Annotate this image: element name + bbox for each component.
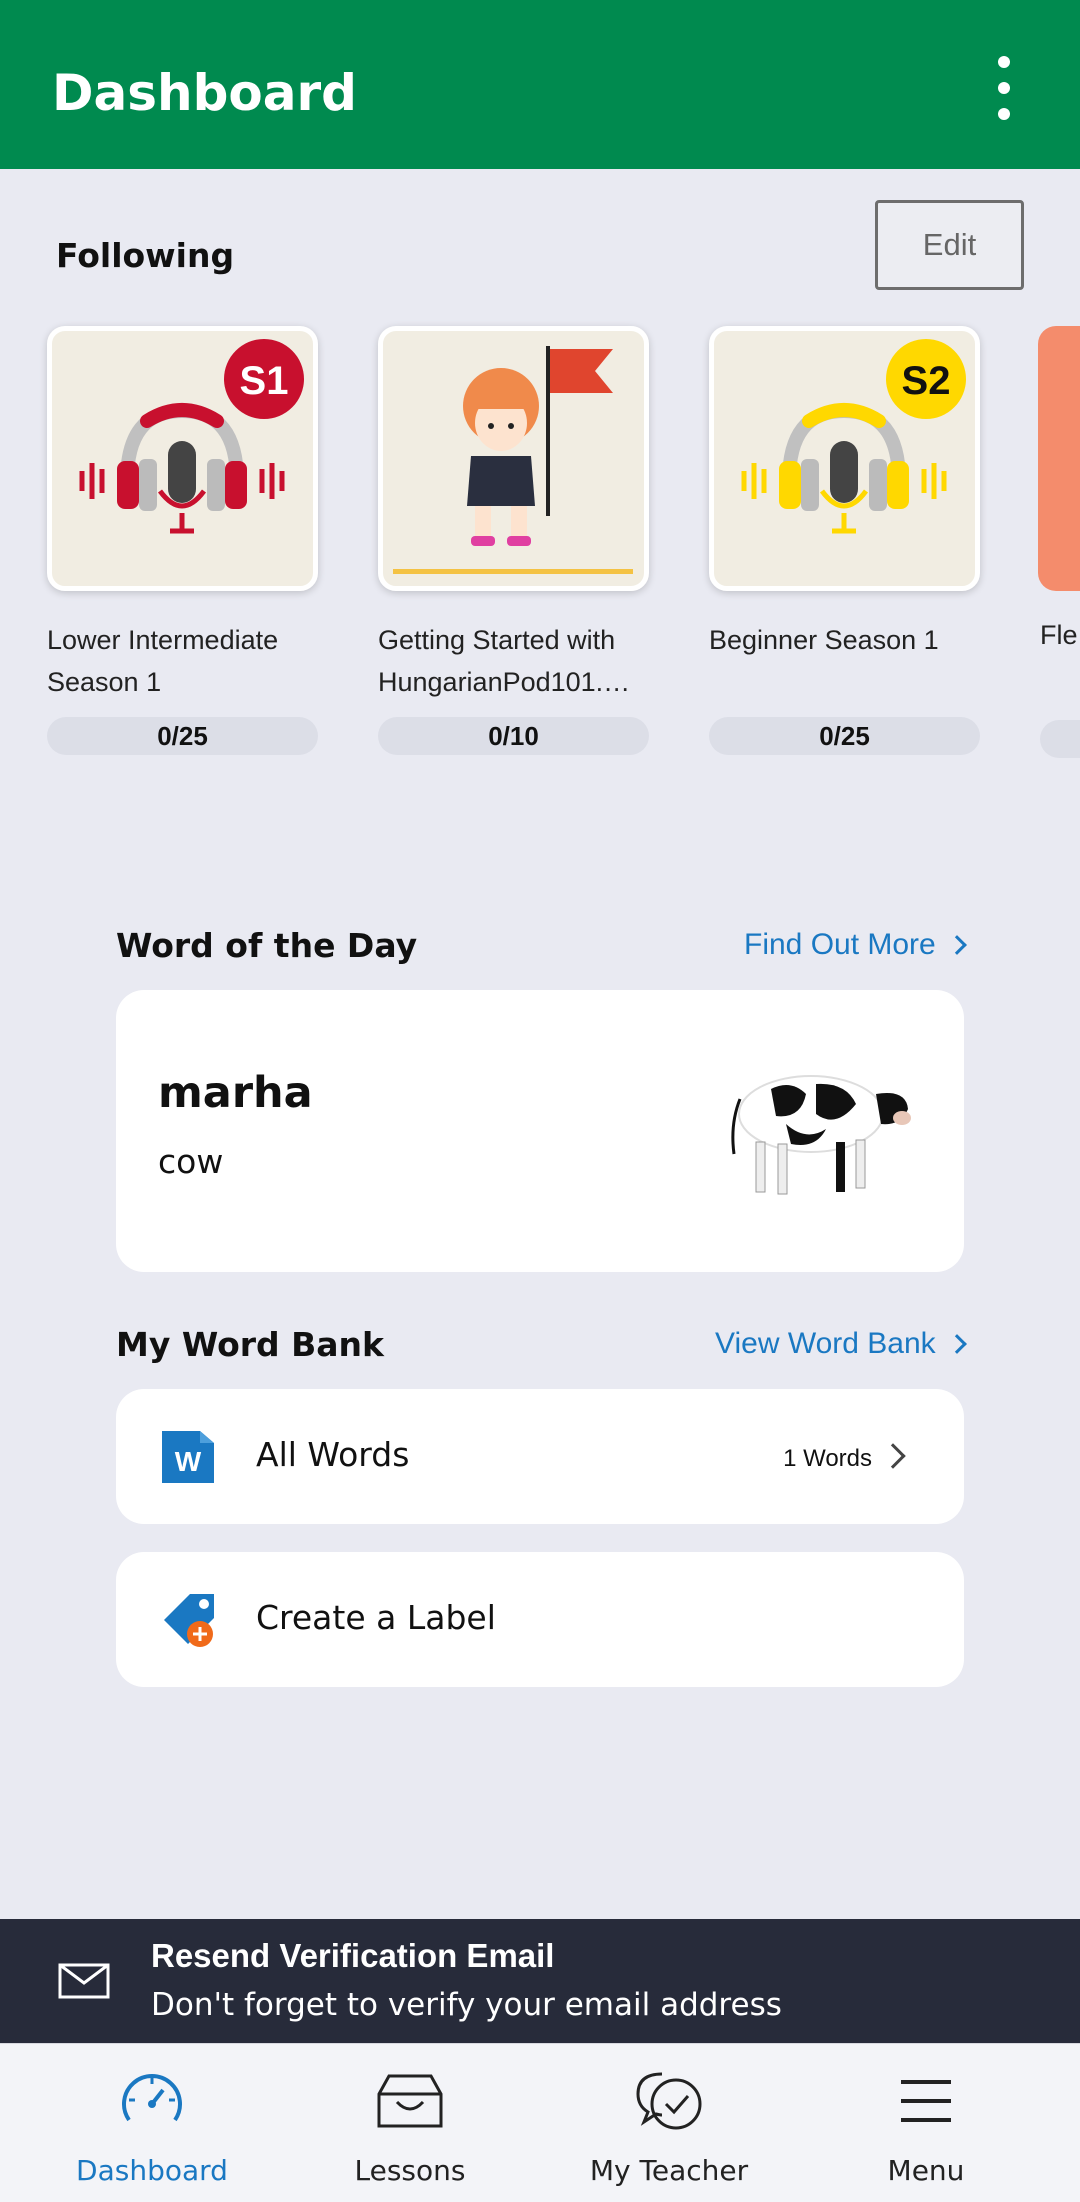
course-card-beginner[interactable]: S2 Beginner Season 1 0/25 <box>709 326 980 755</box>
page-title: Dashboard <box>52 64 357 122</box>
add-tag-icon <box>164 1594 214 1647</box>
svg-text:W: W <box>175 1446 202 1477</box>
all-words-label: All Words <box>256 1435 410 1474</box>
nav-label: Dashboard <box>76 2154 228 2187</box>
hamburger-icon <box>901 2080 951 2122</box>
chat-bubbles-icon <box>636 2072 702 2130</box>
word-bank-heading: My Word Bank <box>116 1325 384 1364</box>
season-badge: S1 <box>240 359 289 403</box>
word-of-day-meaning: cow <box>158 1142 224 1181</box>
kebab-menu-icon[interactable] <box>984 52 1024 124</box>
course-title: Beginner Season 1 <box>709 625 939 655</box>
word-document-icon: W <box>162 1431 214 1483</box>
gauge-icon <box>122 2074 182 2122</box>
chevron-right-icon <box>880 1443 906 1469</box>
nav-label: Menu <box>887 2154 965 2187</box>
course-thumbnail: S2 <box>709 326 980 591</box>
word-of-day-word: marha <box>158 1068 313 1118</box>
verification-banner[interactable]: Resend Verification Email Don't forget t… <box>0 1919 1080 2043</box>
course-title: Fle <box>1040 620 1078 650</box>
course-progress: 0/25 <box>709 717 980 755</box>
course-title: Getting Started with HungarianPod101.… <box>378 625 631 697</box>
cow-image <box>731 1075 911 1195</box>
runner-girl-icon <box>393 346 633 574</box>
view-word-bank-label: View Word Bank <box>715 1327 936 1360</box>
nav-lessons[interactable]: Lessons <box>275 2044 545 2202</box>
course-progress: 0/25 <box>47 717 318 755</box>
edit-button[interactable]: Edit <box>875 200 1024 290</box>
word-count: 1 Words <box>783 1445 872 1472</box>
nav-label: Lessons <box>354 2154 466 2187</box>
app-bar: Dashboard <box>0 0 1080 169</box>
course-thumbnail <box>378 326 649 591</box>
all-words-row[interactable]: W All Words 1 Words <box>116 1389 964 1524</box>
season-badge: S2 <box>902 359 951 403</box>
course-card-getting-started[interactable]: Getting Started with HungarianPod101.… 0… <box>378 326 649 755</box>
chevron-right-icon <box>946 935 967 955</box>
podcast-headphones-icon: S2 <box>741 339 966 534</box>
create-label-text: Create a Label <box>256 1598 496 1637</box>
course-thumbnail: S1 <box>47 326 318 591</box>
course-progress: 0/10 <box>378 717 649 755</box>
nav-dashboard[interactable]: Dashboard <box>17 2044 287 2202</box>
envelope-icon <box>58 1963 110 1999</box>
create-label-row[interactable]: Create a Label <box>116 1552 964 1687</box>
course-card-lower-intermediate[interactable]: S1 Lower Intermediate Season 1 0/25 <box>47 326 318 755</box>
word-of-day-card[interactable]: marha cow <box>116 990 964 1272</box>
find-out-more-link[interactable]: Find Out More <box>744 928 967 962</box>
course-progress <box>1040 720 1080 758</box>
word-of-day-heading: Word of the Day <box>116 926 418 965</box>
following-heading: Following <box>56 236 235 275</box>
find-out-more-label: Find Out More <box>744 928 936 961</box>
banner-subtitle: Don't forget to verify your email addres… <box>151 1987 782 2023</box>
nav-label: My Teacher <box>589 2154 749 2187</box>
nav-my-teacher[interactable]: My Teacher <box>534 2044 804 2202</box>
podcast-headphones-icon: S1 <box>79 339 304 534</box>
banner-title: Resend Verification Email <box>151 1937 555 1974</box>
course-title: Lower Intermediate Season 1 <box>47 625 279 697</box>
course-card-peek[interactable] <box>1038 326 1080 591</box>
inbox-icon <box>377 2074 443 2128</box>
bottom-navigation: Dashboard Lessons My Teacher Menu <box>0 2043 1080 2202</box>
view-word-bank-link[interactable]: View Word Bank <box>715 1327 967 1361</box>
nav-menu[interactable]: Menu <box>791 2044 1061 2202</box>
chevron-right-icon <box>946 1334 967 1354</box>
